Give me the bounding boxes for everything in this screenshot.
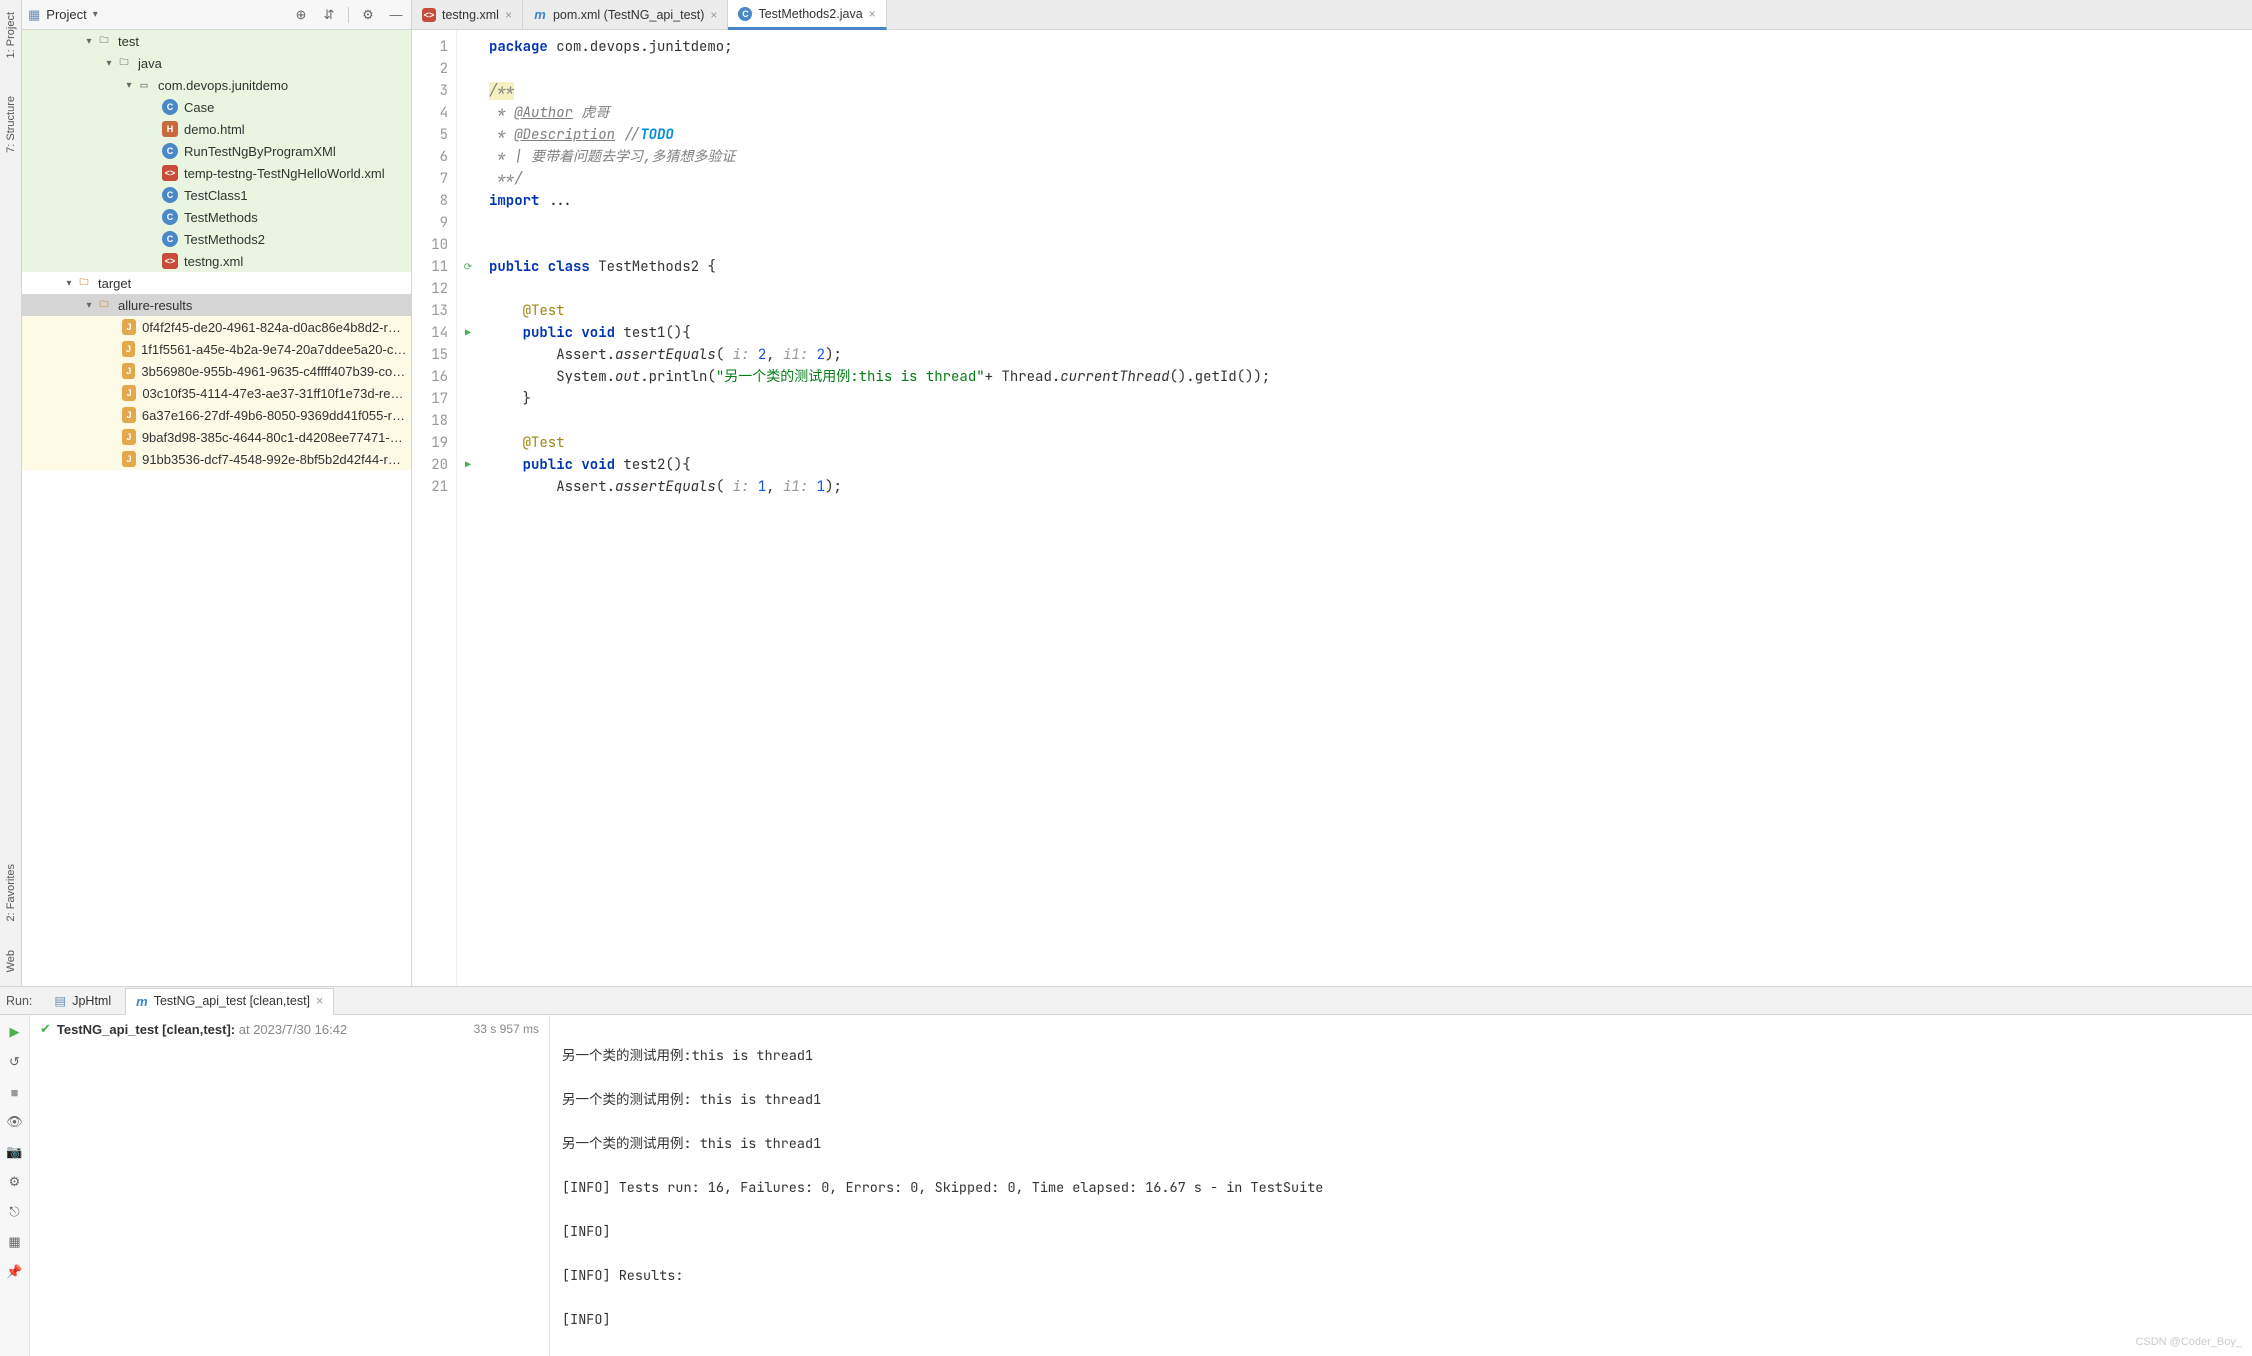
tree-file-temp-xml[interactable]: <>temp-testng-TestNgHelloWorld.xml	[22, 162, 411, 184]
tree-file-runtestng[interactable]: CRunTestNgByProgramXMl	[22, 140, 411, 162]
class-icon: C	[738, 7, 752, 21]
line-number-gutter: 1 2 3 4 5 6 7 8 9 10 11 12 13 14 15 16 1	[412, 30, 457, 986]
test-results-tree[interactable]: ✔ TestNG_api_test [clean,test]: at 2023/…	[30, 1015, 550, 1356]
tree-file-result-4[interactable]: J03c10f35-4114-47e3-ae37-31ff10f1e73d-re…	[22, 382, 411, 404]
editor-area: <> testng.xml × m pom.xml (TestNG_api_te…	[412, 0, 2252, 986]
tree-folder-test[interactable]: ▾🗀test	[22, 30, 411, 52]
run-label: Run:	[6, 994, 32, 1008]
run-tab-jphtml[interactable]: ▤ JpHtml	[44, 987, 121, 1014]
tree-file-result-5[interactable]: J6a37e166-27df-49b6-8050-9369dd41f055-re…	[22, 404, 411, 426]
run-panel: Run: ▤ JpHtml m TestNG_api_test [clean,t…	[0, 986, 2252, 1356]
test-duration: 33 s 957 ms	[474, 1022, 539, 1036]
tree-file-testmethods2[interactable]: CTestMethods2	[22, 228, 411, 250]
tool-tab-web[interactable]: Web	[5, 946, 17, 976]
layout-icon[interactable]: ▦	[6, 1233, 24, 1251]
project-title: Project	[46, 7, 86, 22]
tree-folder-allure[interactable]: ▾🗀allure-results	[22, 294, 411, 316]
stop-icon[interactable]: ■	[6, 1083, 24, 1101]
run-toolbar: ▶ ↺ ■ 👁 📷 ⚙ ⎋ ▦ 📌	[0, 1015, 30, 1356]
pin-icon[interactable]: 📌	[6, 1263, 24, 1281]
project-dropdown-icon[interactable]: ▾	[93, 9, 98, 20]
watch-icon[interactable]: 👁	[6, 1113, 24, 1131]
tree-file-testclass1[interactable]: CTestClass1	[22, 184, 411, 206]
tree-folder-target[interactable]: ▾🗀target	[22, 272, 411, 294]
test-root-row[interactable]: ✔ TestNG_api_test [clean,test]: at 2023/…	[40, 1021, 539, 1037]
console-output[interactable]: 另一个类的测试用例:this is thread1 另一个类的测试用例: thi…	[550, 1015, 2252, 1356]
editor-tabs: <> testng.xml × m pom.xml (TestNG_api_te…	[412, 0, 2252, 30]
tree-file-result-1[interactable]: J0f4f2f45-de20-4961-824a-d0ac86e4b8d2-re…	[22, 316, 411, 338]
tree-file-result-7[interactable]: J91bb3536-dcf7-4548-992e-8bf5b2d42f44-re…	[22, 448, 411, 470]
editor-tab-pom-xml[interactable]: m pom.xml (TestNG_api_test) ×	[523, 0, 728, 29]
project-tree[interactable]: ▾🗀test ▾🗀java ▾▭com.devops.junitdemo CCa…	[22, 30, 411, 986]
left-tool-strip: 1: Project 7: Structure 2: Favorites Web	[0, 0, 22, 986]
maven-icon: m	[533, 8, 547, 22]
close-icon[interactable]: ×	[710, 8, 717, 22]
run-test1-icon[interactable]: ▶	[457, 322, 479, 344]
project-panel: ▦ Project ▾ ⊕ ⇵ ⚙ — ▾🗀test ▾🗀java ▾▭com.…	[22, 0, 412, 986]
tool-tab-project[interactable]: 1: Project	[5, 8, 17, 62]
close-icon[interactable]: ×	[505, 8, 512, 22]
run-tab-testng[interactable]: m TestNG_api_test [clean,test] ×	[125, 988, 334, 1015]
project-icon: ▦	[28, 7, 40, 23]
settings-icon[interactable]: ⚙	[6, 1173, 24, 1191]
tree-folder-java[interactable]: ▾🗀java	[22, 52, 411, 74]
maven-icon: m	[136, 994, 148, 1009]
tree-file-testmethods[interactable]: CTestMethods	[22, 206, 411, 228]
locate-icon[interactable]: ⊕	[292, 6, 310, 24]
rerun-failed-icon[interactable]: ↺	[6, 1053, 24, 1071]
tool-tab-favorites[interactable]: 2: Favorites	[5, 860, 17, 925]
tree-file-result-2[interactable]: J1f1f5561-a45e-4b2a-9e74-20a7ddee5a20-co…	[22, 338, 411, 360]
tree-file-testng-xml[interactable]: <>testng.xml	[22, 250, 411, 272]
code-content[interactable]: package com.devops.junitdemo; /** * @Aut…	[479, 30, 1270, 986]
xml-icon: <>	[422, 8, 436, 22]
checkmark-icon: ✔	[40, 1021, 51, 1037]
editor-tab-testmethods2[interactable]: C TestMethods2.java ×	[728, 0, 886, 30]
project-panel-header: ▦ Project ▾ ⊕ ⇵ ⚙ —	[22, 0, 411, 30]
exit-icon[interactable]: ⎋	[6, 1203, 24, 1221]
hide-icon[interactable]: —	[387, 6, 405, 24]
run-panel-tabs: Run: ▤ JpHtml m TestNG_api_test [clean,t…	[0, 987, 2252, 1015]
rerun-icon[interactable]: ▶	[6, 1023, 24, 1041]
run-test2-icon[interactable]: ▶	[457, 454, 479, 476]
tree-file-case[interactable]: CCase	[22, 96, 411, 118]
tree-file-demo-html[interactable]: Hdemo.html	[22, 118, 411, 140]
tool-tab-structure[interactable]: 7: Structure	[5, 92, 17, 157]
close-icon[interactable]: ×	[869, 7, 876, 21]
file-icon: ▤	[54, 993, 66, 1008]
tree-file-result-6[interactable]: J9baf3d98-385c-4644-80c1-d4208ee77471-re…	[22, 426, 411, 448]
expand-icon[interactable]: ⇵	[320, 6, 338, 24]
camera-icon[interactable]: 📷	[6, 1143, 24, 1161]
tree-file-result-3[interactable]: J3b56980e-955b-4961-9635-c4ffff407b39-co…	[22, 360, 411, 382]
run-gutter: ⟳ ▶ ▶	[457, 30, 479, 986]
tree-package[interactable]: ▾▭com.devops.junitdemo	[22, 74, 411, 96]
editor-tab-testng-xml[interactable]: <> testng.xml ×	[412, 0, 523, 29]
gear-icon[interactable]: ⚙	[359, 6, 377, 24]
close-icon[interactable]: ×	[316, 994, 323, 1008]
editor-body[interactable]: 1 2 3 4 5 6 7 8 9 10 11 12 13 14 15 16 1	[412, 30, 2252, 986]
run-class-icon[interactable]: ⟳	[457, 256, 479, 278]
